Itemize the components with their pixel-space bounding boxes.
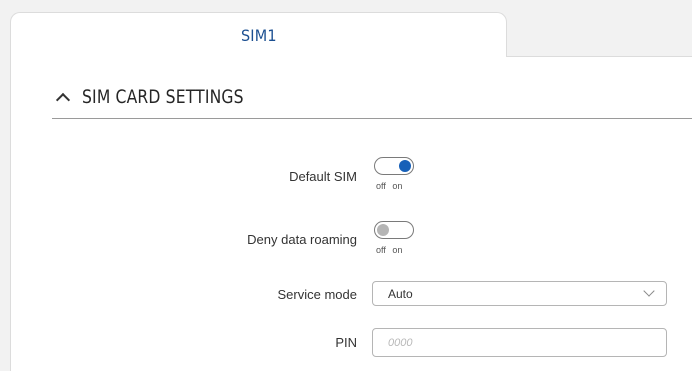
service-mode-label: Service mode bbox=[277, 287, 357, 302]
chevron-up-icon[interactable] bbox=[55, 92, 71, 107]
deny-data-roaming-toggle[interactable] bbox=[374, 221, 414, 239]
section-header-sim-card-settings[interactable]: SIM CARD SETTINGS bbox=[52, 82, 279, 112]
toggle-knob bbox=[377, 224, 389, 236]
chevron-down-icon bbox=[643, 285, 655, 297]
deny-data-roaming-toggle-caption: off on bbox=[376, 245, 403, 255]
tab-bar-divider bbox=[507, 56, 692, 57]
service-mode-value: Auto bbox=[388, 286, 413, 301]
toggle-knob bbox=[399, 160, 411, 172]
pin-input[interactable]: 0000 bbox=[372, 328, 667, 357]
default-sim-label: Default SIM bbox=[289, 169, 357, 184]
tab-sim1[interactable]: SIM1 bbox=[10, 12, 507, 57]
default-sim-toggle-caption: off on bbox=[376, 181, 403, 191]
deny-data-roaming-label: Deny data roaming bbox=[247, 232, 357, 247]
pin-placeholder: 0000 bbox=[388, 336, 413, 349]
pin-label: PIN bbox=[335, 335, 357, 350]
default-sim-toggle[interactable] bbox=[374, 157, 414, 175]
tab-label: SIM1 bbox=[240, 25, 277, 45]
service-mode-select[interactable]: Auto bbox=[372, 281, 667, 306]
section-divider bbox=[52, 118, 692, 119]
section-title: SIM CARD SETTINGS bbox=[82, 86, 244, 108]
